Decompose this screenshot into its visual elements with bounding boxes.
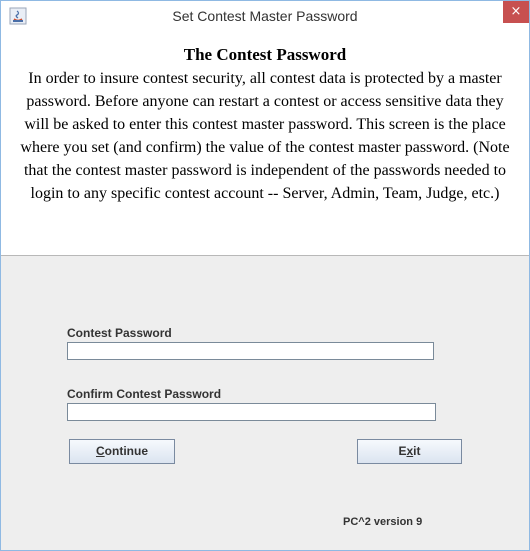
close-button[interactable]: × — [503, 1, 529, 23]
confirm-password-label: Confirm Contest Password — [67, 387, 222, 401]
confirm-password-field[interactable] — [67, 403, 436, 421]
contest-password-label: Contest Password — [67, 326, 172, 340]
continue-mnemonic: C — [96, 444, 105, 458]
contest-password-field[interactable] — [67, 342, 434, 360]
info-description: In order to insure contest security, all… — [20, 70, 510, 202]
continue-button[interactable]: Continue — [69, 439, 175, 464]
dialog-window: Set Contest Master Password × The Contes… — [0, 0, 530, 551]
info-title: The Contest Password — [183, 45, 347, 64]
continue-label: ontinue — [104, 444, 148, 458]
exit-label-end: it — [413, 444, 421, 458]
window-title: Set Contest Master Password — [172, 8, 358, 24]
title-bar[interactable]: Set Contest Master Password × — [1, 1, 529, 31]
info-panel: The Contest Password In order to insure … — [1, 31, 529, 256]
version-label: PC^2 version 9 — [343, 516, 423, 528]
exit-button[interactable]: Exit — [357, 439, 462, 464]
